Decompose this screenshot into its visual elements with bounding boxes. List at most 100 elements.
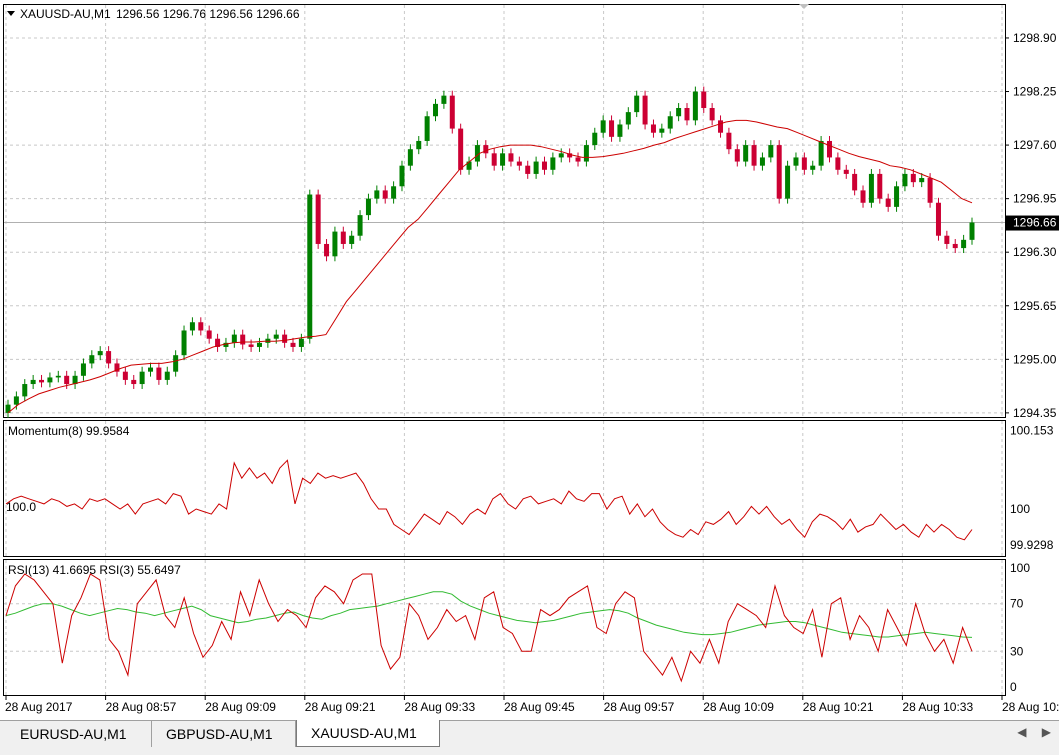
candle-body (894, 186, 900, 207)
x-tick-label: 28 Aug 09:45 (504, 700, 575, 714)
candle-body (818, 140, 824, 166)
candle-body (743, 145, 749, 162)
candle-body (39, 379, 45, 383)
candle-body (785, 165, 791, 199)
candle-body (676, 108, 682, 117)
rsi-y-label: 30 (1010, 644, 1024, 658)
candle-body (609, 120, 615, 137)
candle-body (282, 334, 288, 343)
candle-body (852, 173, 858, 191)
ohlc-values: 1296.56 1296.76 1296.56 1296.66 (116, 7, 300, 21)
momentum-level-label: 100.0 (6, 500, 36, 514)
candle-body (30, 379, 36, 385)
candle-body (726, 132, 732, 150)
candle-body (391, 186, 397, 199)
x-tick-label: 28 Aug 09:57 (604, 700, 675, 714)
candle-body (617, 124, 623, 137)
candle-body (935, 202, 941, 236)
candle-body (751, 145, 757, 166)
candle-body (718, 120, 724, 133)
candle-body (240, 334, 246, 345)
candle-body (97, 351, 103, 356)
candle-body (248, 344, 254, 347)
candle-body (533, 161, 539, 174)
candle-body (625, 112, 631, 125)
symbol-label: XAUUSD-AU,M1 (20, 7, 111, 21)
candle-body (919, 178, 925, 183)
candle-body (156, 367, 162, 380)
candle-body (424, 116, 430, 141)
chevron-right-icon[interactable]: ▶ (1042, 725, 1051, 739)
candle-body (634, 95, 640, 113)
candle-body (298, 338, 304, 347)
candle-body (106, 351, 112, 364)
candle-body (290, 342, 296, 347)
x-tick-label: 28 Aug 08:57 (106, 700, 177, 714)
candle-body (550, 157, 556, 170)
candle-body (13, 396, 19, 405)
candle-body (273, 334, 279, 339)
candle-body (500, 153, 506, 166)
candle-body (961, 239, 967, 249)
candle-body (340, 231, 346, 244)
candle-body (458, 128, 464, 170)
candle-body (600, 120, 606, 133)
candle-body (374, 190, 380, 199)
candle-body (843, 169, 849, 174)
candle-body (349, 235, 355, 244)
x-tick-label: 28 Aug 10:45 (1002, 700, 1059, 714)
candle-body (952, 243, 958, 249)
candle-body (80, 363, 86, 376)
candle-body (382, 190, 388, 199)
candle-body (231, 334, 237, 343)
y-tick-label: 1294.35 (1013, 406, 1057, 420)
momentum-title: Momentum(8) 99.9584 (8, 424, 130, 438)
symbol-tab-bar: EURUSD-AU,M1 GBPUSD-AU,M1 XAUUSD-AU,M1 ◀… (0, 720, 1059, 755)
momentum-y-label: 99.9298 (1010, 538, 1054, 552)
y-tick-label: 1296.30 (1013, 245, 1057, 259)
rsi-y-label: 0 (1010, 680, 1017, 694)
candle-body (122, 371, 128, 380)
candle-body (332, 231, 338, 257)
candle-body (407, 149, 413, 166)
candle-body (650, 124, 656, 133)
candle-body (22, 384, 28, 397)
candle-body (491, 153, 497, 166)
candle-body (642, 95, 648, 125)
candle-body (692, 91, 698, 121)
candle-body (759, 157, 765, 166)
x-tick-label: 28 Aug 10:21 (803, 700, 874, 714)
y-tick-label: 1297.60 (1013, 138, 1057, 152)
candle-body (131, 379, 137, 385)
candle-body (189, 322, 195, 331)
candle-body (667, 116, 673, 129)
y-tick-label: 1296.95 (1013, 192, 1057, 206)
candle-body (793, 157, 799, 166)
candle-body (307, 194, 313, 339)
x-tick-label: 28 Aug 09:09 (205, 700, 276, 714)
candle-body (826, 140, 832, 158)
momentum-y-label: 100 (1010, 502, 1030, 516)
candle-body (709, 108, 715, 121)
x-tick-label: 28 Aug 10:33 (902, 700, 973, 714)
chevron-left-icon[interactable]: ◀ (1017, 725, 1026, 739)
candle-body (55, 375, 61, 378)
candle-body (324, 243, 330, 257)
rsi-title: RSI(13) 41.6695 RSI(3) 55.6497 (8, 563, 181, 577)
candle-body (835, 157, 841, 170)
candle-body (508, 153, 514, 162)
candle-body (315, 194, 321, 244)
current-price-label: 1296.66 (1013, 216, 1057, 230)
candle-body (139, 371, 145, 385)
y-tick-label: 1298.25 (1013, 85, 1057, 99)
tab-gbpusd[interactable]: GBPUSD-AU,M1 (152, 721, 296, 747)
candle-body (164, 371, 170, 380)
candle-body (944, 235, 950, 244)
x-tick-label: 28 Aug 09:21 (305, 700, 376, 714)
candle-body (902, 173, 908, 187)
tab-xauusd[interactable]: XAUUSD-AU,M1 (296, 720, 440, 747)
candle-body (47, 377, 53, 383)
tab-eurusd[interactable]: EURUSD-AU,M1 (6, 721, 152, 747)
chart-area[interactable]: 28 Aug 2017 28 Aug 08:57 28 Aug 09:09 28 Au… (0, 0, 1059, 720)
candle-body (558, 153, 564, 158)
